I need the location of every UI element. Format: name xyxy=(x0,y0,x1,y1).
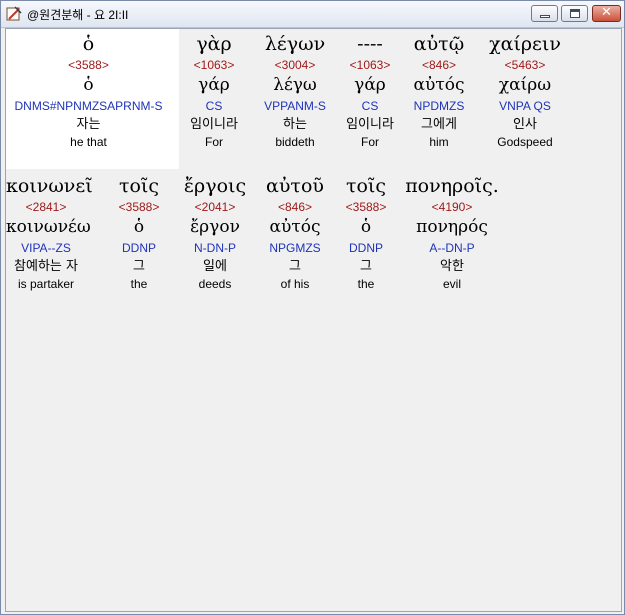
word-english: biddeth xyxy=(275,135,315,149)
word-lemma: ὁ xyxy=(83,75,94,95)
word-greek: πονηροῖς. xyxy=(405,175,499,197)
word-entry[interactable]: πονηροῖς. <4190> πονηρός A--DN-P 악한 evil xyxy=(397,173,507,292)
close-button[interactable]: ✕ xyxy=(592,5,621,22)
word-lemma: αὐτός xyxy=(413,75,465,95)
word-entry[interactable]: ἔργοις <2041> ἔργον N-DN-P 일에 deeds xyxy=(175,173,255,292)
word-english: For xyxy=(205,135,223,149)
word-parse: A--DN-P xyxy=(429,241,475,255)
word-lemma: αὐτός xyxy=(269,217,321,237)
title-bar[interactable]: @원견분해 - 요 2I:II ✕ xyxy=(1,1,624,28)
word-greek: τοῖς xyxy=(345,175,387,197)
word-entry[interactable]: λέγων <3004> λέγω VPPANM-S 하는 biddeth xyxy=(249,31,341,150)
word-english: he that xyxy=(70,135,107,149)
word-english: deeds xyxy=(198,277,232,291)
word-strong[interactable]: <2841> xyxy=(6,199,86,215)
word-entry[interactable]: χαίρειν <5463> χαίρω VNPA QS 인사 Godspeed xyxy=(481,31,569,150)
minimize-button[interactable] xyxy=(531,5,558,22)
word-strong[interactable]: <5463> xyxy=(481,57,569,73)
word-greek: ἔργοις xyxy=(183,175,247,197)
interlinear-view[interactable]: ὁ <3588> ὁ DNMS#NPNMZSAPRNM-S 자는 he that γὰρ <1… xyxy=(5,28,622,612)
maximize-button[interactable] xyxy=(561,5,588,22)
word-parse: VIPA--ZS xyxy=(21,241,71,255)
app-icon xyxy=(6,6,22,21)
word-english: is partaker xyxy=(17,277,75,291)
app-window: @원견분해 - 요 2I:II ✕ ὁ <3588> ὁ DNMS#NPNMZSAPR… xyxy=(0,0,625,615)
word-lemma: ὁ xyxy=(133,217,145,237)
word-strong[interactable]: <4190> xyxy=(397,199,507,215)
word-korean: 그에게 xyxy=(421,117,457,132)
word-strong[interactable]: <846> xyxy=(399,57,479,73)
word-lemma: κοινωνέω xyxy=(6,217,91,237)
word-greek: γὰρ xyxy=(196,33,232,55)
word-parse: VNPA QS xyxy=(499,99,551,113)
word-english: him xyxy=(429,135,449,149)
word-parse: DDNP xyxy=(348,241,383,255)
word-parse: NPDMZS xyxy=(413,99,465,113)
word-korean: 참예하는 자 xyxy=(14,259,78,274)
word-entry[interactable]: ---- <1063> γάρ CS 임이니라 For xyxy=(341,31,399,150)
minimize-icon xyxy=(540,15,550,18)
word-entry[interactable]: γὰρ <1063> γάρ CS 임이니라 For xyxy=(179,31,249,150)
word-korean: 그 xyxy=(360,259,372,274)
word-entry[interactable]: ὁ <3588> ὁ DNMS#NPNMZSAPRNM-S 자는 he that xyxy=(6,31,171,150)
word-entry[interactable]: αὐτοῦ <846> αὐτός NPGMZS 그 of his xyxy=(255,173,335,292)
word-lemma: λέγω xyxy=(273,75,317,95)
word-english: the xyxy=(357,277,375,291)
word-greek: ὁ xyxy=(82,33,95,55)
word-korean: 그 xyxy=(289,259,301,274)
word-parse: NPGMZS xyxy=(269,241,321,255)
word-parse: CS xyxy=(205,99,223,113)
word-strong[interactable]: <3588> xyxy=(98,199,180,215)
word-strong[interactable]: <2041> xyxy=(175,199,255,215)
word-english: the xyxy=(130,277,148,291)
maximize-icon xyxy=(570,9,580,18)
word-lemma: χαίρω xyxy=(498,75,552,95)
word-greek: χαίρειν xyxy=(489,33,561,55)
word-english: For xyxy=(361,135,379,149)
word-strong[interactable]: <3588> xyxy=(6,57,171,73)
word-lemma: γάρ xyxy=(198,75,230,95)
word-korean: 자는 xyxy=(76,117,101,132)
word-korean: 악한 xyxy=(440,259,464,274)
word-entry[interactable]: τοῖς <3588> ὁ DDNP 그 the xyxy=(325,173,407,292)
word-parse: VPPANM-S xyxy=(264,99,326,113)
word-greek: αὐτῷ xyxy=(413,33,465,55)
word-strong[interactable]: <1063> xyxy=(179,57,249,73)
word-korean: 그 xyxy=(133,259,145,274)
word-korean: 일에 xyxy=(203,259,227,274)
word-greek: κοινωνεῖ xyxy=(6,175,93,197)
word-parse: CS xyxy=(361,99,379,113)
word-greek: ---- xyxy=(357,33,383,55)
word-korean: 하는 xyxy=(283,117,307,132)
word-entry[interactable]: τοῖς <3588> ὁ DDNP 그 the xyxy=(98,173,180,292)
word-strong[interactable]: <1063> xyxy=(341,57,399,73)
word-parse: DDNP xyxy=(121,241,156,255)
word-english: of his xyxy=(280,277,310,291)
window-title: @원견분해 - 요 2I:II xyxy=(27,8,129,22)
word-lemma: ἔργον xyxy=(190,217,240,237)
word-english: evil xyxy=(442,277,461,291)
word-korean: 임이니라 xyxy=(346,117,394,132)
word-greek: αὐτοῦ xyxy=(266,175,324,197)
word-greek: τοῖς xyxy=(118,175,160,197)
close-icon: ✕ xyxy=(601,5,612,20)
word-lemma: πονηρός xyxy=(416,217,488,237)
word-korean: 인사 xyxy=(513,117,537,132)
word-strong[interactable]: <3004> xyxy=(249,57,341,73)
word-parse: DNMS#NPNMZSAPRNM-S xyxy=(14,99,163,113)
word-entry[interactable]: αὐτῷ <846> αὐτός NPDMZS 그에게 him xyxy=(399,31,479,150)
word-strong[interactable]: <846> xyxy=(255,199,335,215)
word-greek: λέγων xyxy=(264,33,326,55)
word-lemma: γάρ xyxy=(354,75,386,95)
word-parse: N-DN-P xyxy=(194,241,236,255)
word-entry[interactable]: κοινωνεῖ <2841> κοινωνέω VIPA--ZS 참예하는 자 is p… xyxy=(6,173,93,292)
word-korean: 임이니라 xyxy=(190,117,238,132)
word-english: Godspeed xyxy=(497,135,553,149)
word-lemma: ὁ xyxy=(360,217,372,237)
word-strong[interactable]: <3588> xyxy=(325,199,407,215)
